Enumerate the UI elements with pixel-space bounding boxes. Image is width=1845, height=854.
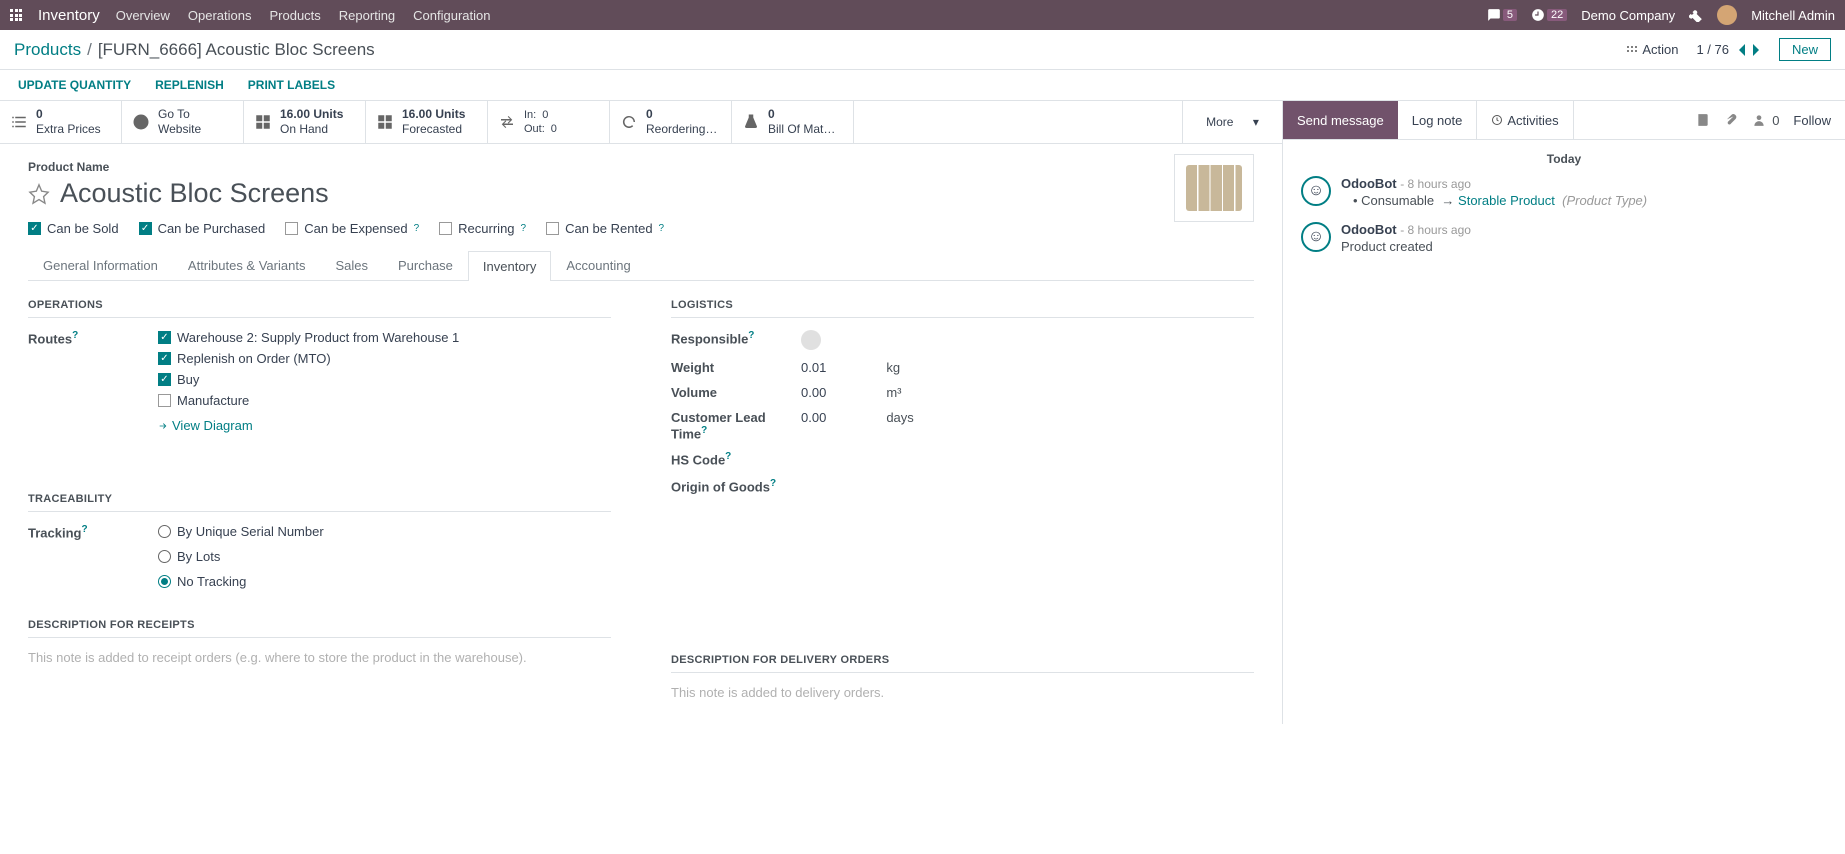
breadcrumb-parent[interactable]: Products	[14, 40, 81, 60]
stat-forecast[interactable]: 16.00 UnitsForecasted	[366, 101, 488, 143]
apps-icon[interactable]	[10, 9, 22, 21]
route-wh2[interactable]: Warehouse 2: Supply Product from Warehou…	[158, 330, 459, 345]
print-labels-button[interactable]: PRINT LABELS	[248, 78, 335, 92]
boxes-icon	[376, 113, 394, 131]
transfer-icon	[498, 113, 516, 131]
new-button[interactable]: New	[1779, 38, 1831, 61]
tab-purchase[interactable]: Purchase	[383, 250, 468, 280]
section-operations: OPERATIONS	[28, 299, 611, 318]
volume-value[interactable]: 0.00	[801, 385, 826, 400]
bot-avatar: ☺	[1301, 176, 1331, 206]
stat-buttons: 0Extra Prices Go ToWebsite 16.00 UnitsOn…	[0, 101, 1282, 144]
follower-icon[interactable]	[1752, 113, 1766, 127]
section-desc-delivery: DESCRIPTION FOR DELIVERY ORDERS	[671, 654, 1254, 673]
pager-next-icon[interactable]	[1751, 43, 1761, 57]
tracking-none[interactable]: No Tracking	[158, 574, 324, 589]
follow-button[interactable]: Follow	[1793, 113, 1831, 128]
header: Products / [FURN_6666] Acoustic Bloc Scr…	[0, 30, 1845, 70]
company-name[interactable]: Demo Company	[1581, 8, 1675, 23]
globe-icon	[132, 113, 150, 131]
view-diagram-link[interactable]: View Diagram	[158, 418, 459, 433]
stat-onhand[interactable]: 16.00 UnitsOn Hand	[244, 101, 366, 143]
route-buy[interactable]: Buy	[158, 372, 459, 387]
responsible-avatar[interactable]	[801, 330, 821, 350]
stat-extra-prices[interactable]: 0Extra Prices	[0, 101, 122, 143]
list-icon	[10, 113, 28, 131]
section-traceability: TRACEABILITY	[28, 493, 611, 512]
boxes-icon	[254, 113, 272, 131]
stat-website[interactable]: Go ToWebsite	[122, 101, 244, 143]
chat-icon[interactable]: 5	[1487, 8, 1517, 22]
actionbar: UPDATE QUANTITY REPLENISH PRINT LABELS	[0, 70, 1845, 101]
chatter-message: ☺ OdooBot - 8 hours ago • Consumable → S…	[1301, 176, 1827, 208]
tab-attributes[interactable]: Attributes & Variants	[173, 250, 321, 280]
menu-reporting[interactable]: Reporting	[339, 8, 395, 23]
tab-general[interactable]: General Information	[28, 250, 173, 280]
menu-products[interactable]: Products	[269, 8, 320, 23]
route-mto[interactable]: Replenish on Order (MTO)	[158, 351, 459, 366]
more-button[interactable]: More ▾	[1182, 101, 1282, 143]
user-avatar[interactable]	[1717, 5, 1737, 25]
favorite-star-icon[interactable]	[28, 183, 50, 205]
product-title[interactable]: Acoustic Bloc Screens	[60, 178, 329, 209]
check-can-be-purchased[interactable]: Can be Purchased	[139, 221, 266, 236]
desc-receipts-input[interactable]: This note is added to receipt orders (e.…	[28, 650, 611, 665]
desc-delivery-input[interactable]: This note is added to delivery orders.	[671, 685, 1254, 700]
book-icon[interactable]	[1696, 113, 1710, 127]
replenish-button[interactable]: REPLENISH	[155, 78, 224, 92]
attach-icon[interactable]	[1724, 113, 1738, 127]
check-can-be-rented[interactable]: Can be Rented?	[546, 221, 664, 236]
weight-value[interactable]: 0.01	[801, 360, 826, 375]
section-desc-receipts: DESCRIPTION FOR RECEIPTS	[28, 619, 611, 638]
menu-configuration[interactable]: Configuration	[413, 8, 490, 23]
breadcrumb: Products / [FURN_6666] Acoustic Bloc Scr…	[14, 40, 375, 60]
refresh-icon	[620, 113, 638, 131]
menu-overview[interactable]: Overview	[116, 8, 170, 23]
menu-operations[interactable]: Operations	[188, 8, 252, 23]
pager: 1 / 76	[1696, 42, 1761, 57]
tools-icon[interactable]	[1689, 8, 1703, 22]
activities-button[interactable]: Activities	[1477, 101, 1573, 139]
check-can-be-sold[interactable]: Can be Sold	[28, 221, 119, 236]
tracking-serial[interactable]: By Unique Serial Number	[158, 524, 324, 539]
stat-bom[interactable]: 0Bill Of Mat…	[732, 101, 854, 143]
chatter-message: ☺ OdooBot - 8 hours ago Product created	[1301, 222, 1827, 254]
tab-accounting[interactable]: Accounting	[551, 250, 645, 280]
breadcrumb-current: [FURN_6666] Acoustic Bloc Screens	[98, 40, 375, 60]
chatter-today-label: Today	[1301, 152, 1827, 166]
clock-icon	[1491, 114, 1503, 126]
route-manufacture[interactable]: Manufacture	[158, 393, 459, 408]
product-image[interactable]	[1174, 154, 1254, 222]
stat-inout[interactable]: In:0 Out:0	[488, 101, 610, 143]
tab-inventory[interactable]: Inventory	[468, 251, 551, 281]
send-message-button[interactable]: Send message	[1283, 101, 1398, 139]
tab-sales[interactable]: Sales	[320, 250, 383, 280]
lead-time-value[interactable]: 0.00	[801, 410, 826, 441]
bot-avatar: ☺	[1301, 222, 1331, 252]
pager-prev-icon[interactable]	[1737, 43, 1747, 57]
caret-down-icon: ▾	[1253, 115, 1259, 129]
flask-icon	[742, 113, 760, 131]
arrow-right-icon	[158, 421, 168, 431]
update-quantity-button[interactable]: UPDATE QUANTITY	[18, 78, 131, 92]
log-note-button[interactable]: Log note	[1398, 101, 1478, 139]
check-recurring[interactable]: Recurring?	[439, 221, 526, 236]
chatter: Send message Log note Activities 0 Follo…	[1283, 101, 1845, 724]
section-logistics: LOGISTICS	[671, 299, 1254, 318]
app-name[interactable]: Inventory	[38, 7, 100, 24]
stat-reorder[interactable]: 0Reordering…	[610, 101, 732, 143]
tabs: General Information Attributes & Variant…	[28, 250, 1254, 281]
action-menu[interactable]: Action	[1626, 42, 1678, 57]
user-name[interactable]: Mitchell Admin	[1751, 8, 1835, 23]
clock-icon[interactable]: 22	[1531, 8, 1567, 22]
product-name-label: Product Name	[28, 160, 1254, 174]
topbar-menu: Overview Operations Products Reporting C…	[116, 8, 491, 23]
top-navbar: Inventory Overview Operations Products R…	[0, 0, 1845, 30]
check-can-be-expensed[interactable]: Can be Expensed?	[285, 221, 419, 236]
tracking-lots[interactable]: By Lots	[158, 549, 324, 564]
